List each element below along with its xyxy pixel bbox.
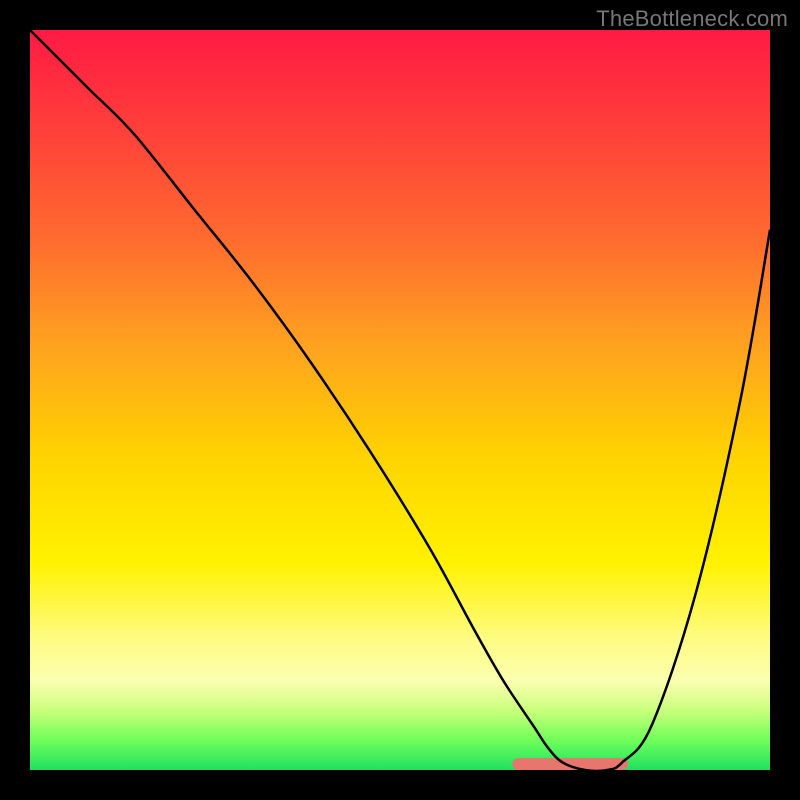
chart-frame: TheBottleneck.com xyxy=(0,0,800,800)
watermark-text: TheBottleneck.com xyxy=(596,6,788,32)
curve-svg xyxy=(30,30,770,770)
gradient-plot-area xyxy=(30,30,770,770)
bottleneck-curve-line xyxy=(30,30,770,770)
